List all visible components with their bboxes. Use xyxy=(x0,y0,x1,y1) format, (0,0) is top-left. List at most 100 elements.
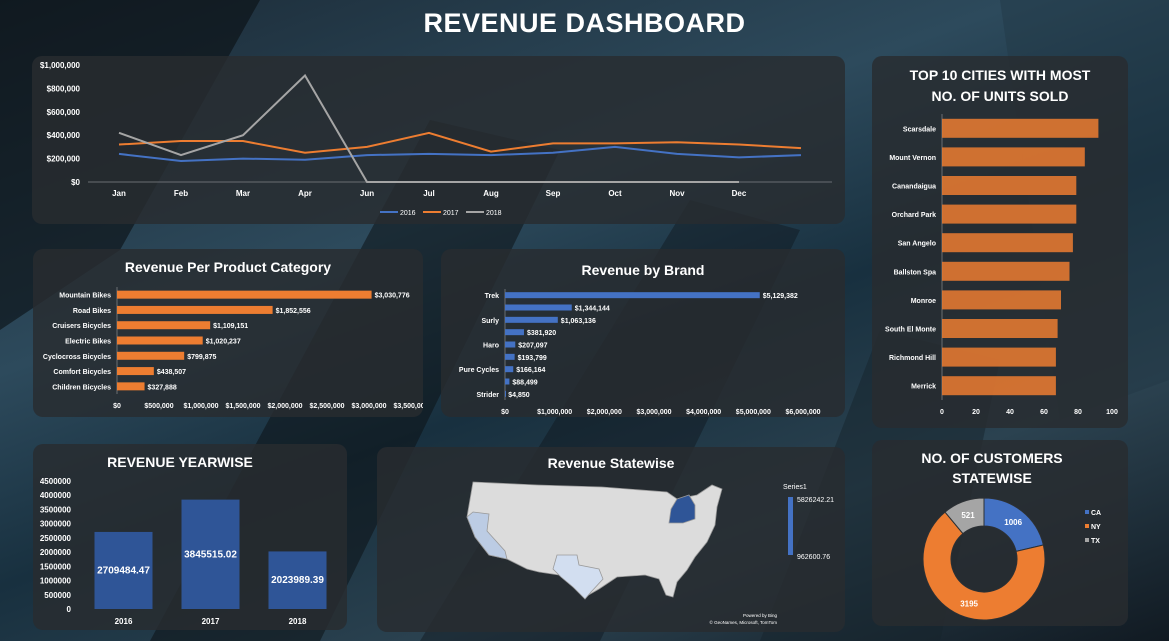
slice-label: 521 xyxy=(961,511,975,520)
y-tick-label: 3000000 xyxy=(40,520,72,529)
page-title: REVENUE DASHBOARD xyxy=(423,8,746,38)
x-tick-label: $3,000,000 xyxy=(636,409,671,416)
legend-swatch-TX xyxy=(1085,538,1089,542)
map-credit: Powered by Bing xyxy=(743,613,778,618)
data-label: $193,799 xyxy=(518,355,547,362)
x-tick-label: $2,000,000 xyxy=(587,409,622,416)
bar-comfort-bicycles xyxy=(117,367,154,376)
category-label: Orchard Park xyxy=(892,212,936,219)
x-tick-label: $2,500,000 xyxy=(309,403,344,410)
category-label: Canandaigua xyxy=(892,184,936,191)
category-label: Richmond Hill xyxy=(889,355,936,362)
data-label: $1,063,136 xyxy=(561,318,596,325)
x-tick-label: $6,000,000 xyxy=(785,409,820,416)
series-line-2016 xyxy=(118,145,802,162)
data-label: $1,020,237 xyxy=(206,339,241,346)
bar-item-1 xyxy=(505,304,572,311)
bar-orchard-park xyxy=(942,204,1077,224)
bar-mountain-bikes xyxy=(117,290,372,299)
bar-cruisers-bicycles xyxy=(117,321,211,330)
map-credit: © GeoNames, Microsoft, TomTom xyxy=(710,619,778,625)
x-tick-label: $500,000 xyxy=(144,403,173,410)
y-tick-label: 1000000 xyxy=(40,577,72,586)
y-tick-label: $600,000 xyxy=(47,108,81,117)
y-tick-label: 4500000 xyxy=(40,477,72,486)
category-label: Strider xyxy=(476,392,499,399)
data-label: $438,507 xyxy=(157,369,186,376)
bar-merrick xyxy=(942,376,1056,396)
x-tick-label: $5,000,000 xyxy=(736,409,771,416)
yearwise-revenue-panel: REVENUE YEARWISE 0 500000 1000000 1500000 20… xyxy=(33,444,347,630)
bar-mount-vernon xyxy=(942,147,1085,167)
bar-item-3 xyxy=(505,329,524,336)
category-label: South El Monte xyxy=(885,327,936,334)
x-tick-label: 2017 xyxy=(202,617,220,626)
bar-surly xyxy=(505,316,558,323)
legend-label-TX: TX xyxy=(1091,538,1100,545)
legend-label-NY: NY xyxy=(1091,524,1101,531)
x-tick-label: $1,000,000 xyxy=(183,403,218,410)
map-legend-min: 962600.76 xyxy=(797,554,830,561)
y-tick-label: $0 xyxy=(71,178,80,187)
slice-label: 3195 xyxy=(960,600,978,609)
data-label: 2709484.47 xyxy=(97,565,150,576)
y-tick-label: $400,000 xyxy=(47,131,81,140)
category-label: San Angelo xyxy=(898,241,936,248)
x-tick-label: $0 xyxy=(501,409,509,416)
customers-statewise-panel: NO. OF CUSTOMERS STATEWISE 1006 3195 521 CA… xyxy=(872,440,1128,626)
legend-swatch-CA xyxy=(1085,510,1089,514)
bar-cyclocross-bicycles xyxy=(117,351,185,360)
x-tick-label: $1,500,000 xyxy=(225,403,260,410)
bar-ballston-spa xyxy=(942,261,1070,281)
category-label: Trek xyxy=(485,293,500,300)
bar-road-bikes xyxy=(117,305,273,314)
category-label: Cruisers Bicycles xyxy=(52,323,111,330)
map-legend-gradient xyxy=(788,497,793,555)
top-cities-panel: TOP 10 CITIES WITH MOST NO. OF UNITS SOL… xyxy=(872,56,1128,428)
data-label: $166,164 xyxy=(516,367,545,374)
x-tick-label: 80 xyxy=(1074,409,1082,416)
x-tick-label: $2,000,000 xyxy=(267,403,302,410)
data-label: 3845515.02 xyxy=(184,549,237,560)
x-tick-label: Oct xyxy=(608,189,622,198)
category-label: Cyclocross Bicycles xyxy=(43,354,111,361)
statewise-revenue-map: Series1 5826242.21 962600.76 Powered by Bin… xyxy=(466,481,834,625)
y-tick-label: 1500000 xyxy=(40,562,72,571)
x-tick-label: Feb xyxy=(174,189,188,198)
map-legend-max: 5826242.21 xyxy=(797,497,834,504)
bar-trek xyxy=(505,292,760,299)
x-tick-label: $3,500,000 xyxy=(393,403,423,410)
category-revenue-panel: Revenue Per Product Category Mountain Bi… xyxy=(33,249,423,417)
category-label: Mount Vernon xyxy=(889,155,936,162)
bar-haro xyxy=(505,341,516,348)
data-label: $1,852,556 xyxy=(276,308,311,315)
top-cities-chart: Scarsdale Mount Vernon Canandaigua Orchard … xyxy=(885,114,1118,416)
x-tick-label: Aug xyxy=(483,189,499,198)
legend-label-2017: 2017 xyxy=(443,210,459,217)
x-tick-label: 20 xyxy=(972,409,980,416)
data-label: $1,109,151 xyxy=(213,323,248,330)
x-tick-label: Mar xyxy=(236,189,250,198)
map-legend-title: Series1 xyxy=(783,484,807,491)
x-tick-label: Nov xyxy=(669,189,685,198)
category-label: Mountain Bikes xyxy=(59,293,111,300)
x-tick-label: 0 xyxy=(940,409,944,416)
bar-san-angelo xyxy=(942,233,1073,253)
data-label: $4,850 xyxy=(508,392,530,399)
data-label: $1,344,144 xyxy=(575,306,610,313)
x-tick-label: $4,000,000 xyxy=(686,409,721,416)
y-tick-label: $1,000,000 xyxy=(40,61,81,70)
category-label: Haro xyxy=(483,343,499,350)
x-tick-label: $1,000,000 xyxy=(537,409,572,416)
x-tick-label: 2018 xyxy=(289,617,307,626)
bar-scarsdale xyxy=(942,118,1099,138)
data-label: $3,030,776 xyxy=(375,293,410,300)
x-tick-label: Apr xyxy=(298,189,312,198)
data-label: $327,888 xyxy=(148,384,177,391)
slice-label: 1006 xyxy=(1004,518,1022,527)
data-label: $5,129,382 xyxy=(763,293,798,300)
category-label: Children Bicycles xyxy=(52,384,111,391)
bar-item-5 xyxy=(505,353,515,360)
brand-revenue-panel: Revenue by Brand Trek $5,129,382 $1,344,14… xyxy=(441,249,845,417)
category-label: Surly xyxy=(481,318,499,325)
